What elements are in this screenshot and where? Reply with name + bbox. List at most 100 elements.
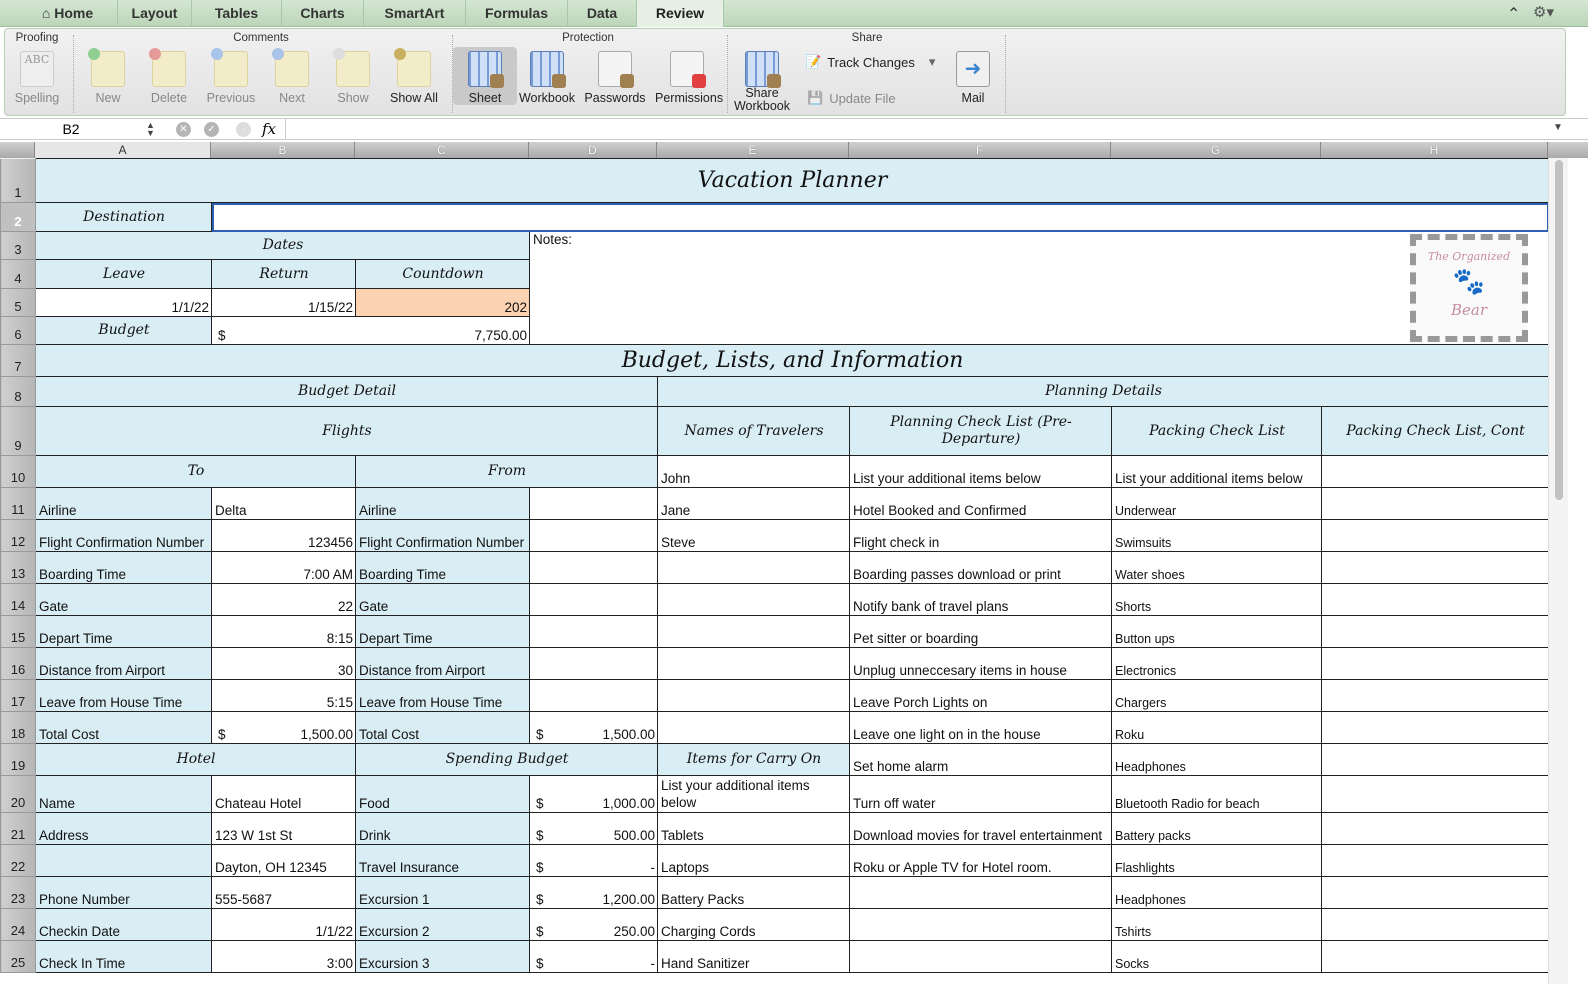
cell-F24[interactable]: [849, 908, 1112, 941]
column-header-D[interactable]: D: [529, 142, 657, 158]
row-header-23[interactable]: 23: [0, 876, 36, 909]
cell-B22[interactable]: Dayton, OH 12345: [211, 844, 356, 877]
cell-A17[interactable]: Leave from House Time: [35, 679, 212, 712]
cell-B23[interactable]: 555-5687: [211, 876, 356, 909]
cell-E17[interactable]: [657, 679, 850, 712]
cell-F17[interactable]: Leave Porch Lights on: [849, 679, 1112, 712]
cell-F18[interactable]: Leave one light on in the house: [849, 711, 1112, 744]
enter-icon[interactable]: ✓: [204, 122, 219, 137]
cell-B25[interactable]: 3:00: [211, 940, 356, 973]
workbook-button[interactable]: Workbook: [515, 47, 579, 105]
cell-A6[interactable]: Budget: [35, 316, 212, 345]
cell-C15[interactable]: Depart Time: [355, 615, 530, 648]
cell-A23[interactable]: Phone Number: [35, 876, 212, 909]
column-header-H[interactable]: H: [1321, 142, 1548, 158]
tab-charts[interactable]: Charts: [282, 0, 364, 27]
row-header-1[interactable]: 1: [0, 158, 36, 203]
cell-C12[interactable]: Flight Confirmation Number: [355, 519, 530, 552]
row-header-22[interactable]: 22: [0, 844, 36, 877]
column-header-A[interactable]: A: [35, 142, 211, 158]
cell-G24[interactable]: Tshirts: [1111, 908, 1322, 941]
cell-C24[interactable]: Excursion 2: [355, 908, 530, 941]
cell-F12[interactable]: Flight check in: [849, 519, 1112, 552]
cell-B24[interactable]: 1/1/22: [211, 908, 356, 941]
cell-A1[interactable]: Vacation Planner: [35, 158, 1549, 203]
cell-F22[interactable]: Roku or Apple TV for Hotel room.: [849, 844, 1112, 877]
row-header-8[interactable]: 8: [0, 376, 36, 407]
cell-H13[interactable]: [1321, 551, 1549, 584]
cell-G19[interactable]: Headphones: [1111, 743, 1322, 776]
cell-F21[interactable]: Download movies for travel entertainment: [849, 812, 1112, 845]
cell-E12[interactable]: Steve: [657, 519, 850, 552]
cell-A7[interactable]: Budget, Lists, and Information: [35, 344, 1549, 377]
cell-H12[interactable]: [1321, 519, 1549, 552]
cell-A20[interactable]: Name: [35, 775, 212, 813]
cell-B14[interactable]: 22: [211, 583, 356, 616]
cell-H20[interactable]: [1321, 775, 1549, 813]
cell-F11[interactable]: Hotel Booked and Confirmed: [849, 487, 1112, 520]
cell-D25[interactable]: $ -: [529, 940, 658, 973]
column-header-E[interactable]: E: [657, 142, 849, 158]
gear-icon[interactable]: ⚙▾: [1533, 3, 1554, 21]
column-header-C[interactable]: C: [355, 142, 529, 158]
cell-C22[interactable]: Travel Insurance: [355, 844, 530, 877]
cell-E9[interactable]: Names of Travelers: [657, 406, 850, 456]
cell-G18[interactable]: Roku: [1111, 711, 1322, 744]
cell-A22[interactable]: [35, 844, 212, 877]
cell-E15[interactable]: [657, 615, 850, 648]
cell-A13[interactable]: Boarding Time: [35, 551, 212, 584]
cell-C19[interactable]: Spending Budget: [355, 743, 658, 776]
row-header-24[interactable]: 24: [0, 908, 36, 941]
row-header-12[interactable]: 12: [0, 519, 36, 552]
row-header-2[interactable]: 2: [0, 202, 36, 232]
cell-A8[interactable]: Budget Detail: [35, 376, 658, 407]
cell-A19[interactable]: Hotel: [35, 743, 356, 776]
formula-input[interactable]: [285, 119, 1548, 140]
tab-layout[interactable]: Layout: [118, 0, 192, 27]
name-box[interactable]: B2: [0, 119, 142, 140]
cell-G20[interactable]: Bluetooth Radio for beach: [1111, 775, 1322, 813]
cell-H15[interactable]: [1321, 615, 1549, 648]
cell-C11[interactable]: Airline: [355, 487, 530, 520]
cell-G11[interactable]: Underwear: [1111, 487, 1322, 520]
cell-A10[interactable]: To: [35, 455, 356, 488]
cell-F13[interactable]: Boarding passes download or print: [849, 551, 1112, 584]
cell-A15[interactable]: Depart Time: [35, 615, 212, 648]
cell-H18[interactable]: [1321, 711, 1549, 744]
cell-D24[interactable]: $250.00: [529, 908, 658, 941]
tab-review[interactable]: Review: [637, 0, 724, 27]
row-header-15[interactable]: 15: [0, 615, 36, 648]
cell-D15[interactable]: [529, 615, 658, 648]
cell-D12[interactable]: [529, 519, 658, 552]
cell-F23[interactable]: [849, 876, 1112, 909]
sheet-button[interactable]: Sheet: [453, 47, 517, 105]
cell-E8[interactable]: Planning Details: [657, 376, 1549, 407]
cell-H22[interactable]: [1321, 844, 1549, 877]
cancel-icon[interactable]: ✕: [176, 122, 191, 137]
show-all-button[interactable]: Show All: [382, 47, 446, 105]
share-workbook-button[interactable]: Share Workbook: [730, 47, 794, 113]
cell-A14[interactable]: Gate: [35, 583, 212, 616]
cell-H21[interactable]: [1321, 812, 1549, 845]
cell-F15[interactable]: Pet sitter or boarding: [849, 615, 1112, 648]
row-header-6[interactable]: 6: [0, 316, 36, 345]
cell-C17[interactable]: Leave from House Time: [355, 679, 530, 712]
cell-F25[interactable]: [849, 940, 1112, 973]
mail-button[interactable]: ➜ Mail: [941, 47, 1005, 105]
cell-E24[interactable]: Charging Cords: [657, 908, 850, 941]
scrollbar-thumb[interactable]: [1555, 160, 1563, 500]
cell-H19[interactable]: [1321, 743, 1549, 776]
tab-data[interactable]: Data: [568, 0, 637, 27]
track-changes-button[interactable]: 📝 Track Changes ▾: [805, 54, 935, 70]
cell-C4[interactable]: Countdown: [355, 259, 530, 289]
cell-G13[interactable]: Water shoes: [1111, 551, 1322, 584]
cell-H11[interactable]: [1321, 487, 1549, 520]
next-button[interactable]: Next: [260, 47, 324, 105]
cell-A9[interactable]: Flights: [35, 406, 658, 456]
row-header-4[interactable]: 4: [0, 259, 36, 289]
cell-A4[interactable]: Leave: [35, 259, 212, 289]
cell-B12[interactable]: 123456: [211, 519, 356, 552]
cell-E10[interactable]: John: [657, 455, 850, 488]
cell-C10[interactable]: From: [355, 455, 658, 488]
cell-A18[interactable]: Total Cost: [35, 711, 212, 744]
